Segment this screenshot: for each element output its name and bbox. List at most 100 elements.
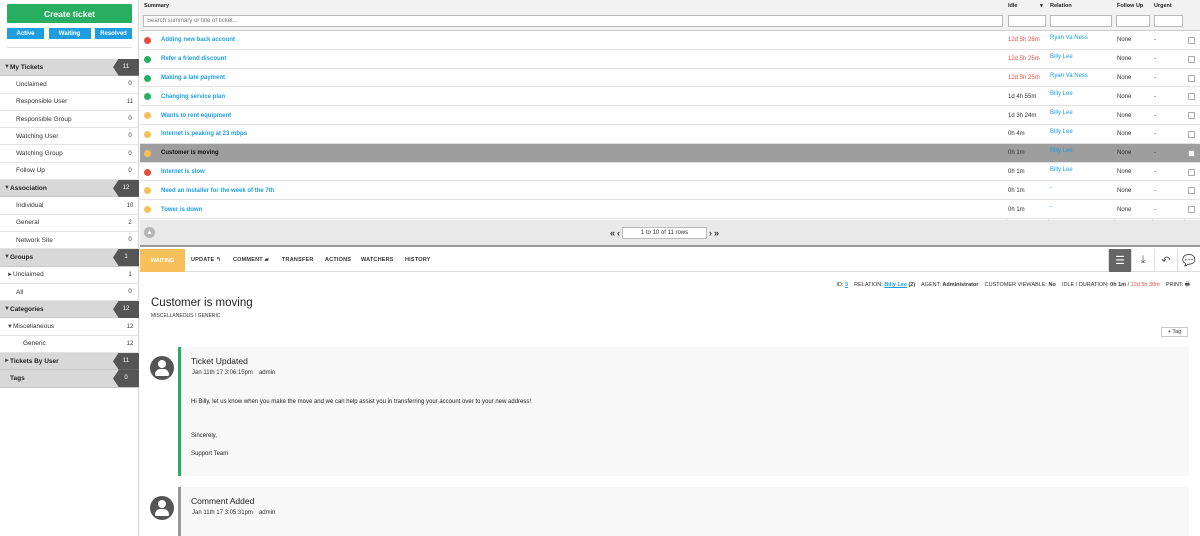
transfer-button[interactable]: TRANSFER (282, 257, 314, 263)
table-row[interactable]: Tower is down 0h 1m - None - (140, 200, 1200, 219)
nav-item-generic[interactable]: Generic 12 (0, 336, 139, 354)
nav-section-my-tickets[interactable]: ▼ My Tickets 11 (0, 58, 139, 77)
relation-link[interactable]: Billy Lee (1050, 144, 1073, 163)
nav-item-watching-user[interactable]: Watching User 0 (0, 128, 139, 146)
table-row[interactable]: Internet is slow 0h 1m Billy Lee None - (140, 162, 1200, 182)
relation-link[interactable]: Billy Lee (1050, 50, 1073, 69)
download-icon[interactable]: ⤓ (1131, 249, 1154, 272)
follow-up-value: None (1117, 131, 1132, 138)
row-checkbox[interactable] (1188, 112, 1195, 120)
relation-link[interactable]: Billy Lee (1050, 106, 1073, 125)
nav-item-miscellaneous[interactable]: ▼ Miscellaneous 12 (0, 318, 139, 336)
entry-meta: Jan 11th 17 3:06:15pm admin (192, 370, 281, 376)
ticket-subject[interactable]: Customer is moving (161, 144, 219, 163)
nav-count: 12 (126, 340, 134, 347)
row-checkbox[interactable] (1188, 168, 1195, 176)
urgent-header[interactable]: Urgent (1154, 3, 1172, 9)
ticket-table-body: Adding new back account 12d 5h 26m Ryan Va… (140, 31, 1200, 220)
watchers-button[interactable]: WATCHERS (361, 257, 394, 263)
nav-item-responsible-user[interactable]: Responsible User 11 (0, 94, 139, 111)
relation-link[interactable]: Ryan Va Ness (1050, 69, 1088, 88)
ticket-subject[interactable]: Making a late payment (161, 69, 225, 88)
follow-up-value: None (1117, 112, 1132, 119)
comment-button[interactable]: COMMENT ▰ (233, 257, 269, 263)
nav-item-responsible-group[interactable]: Responsible Group 0 (0, 111, 139, 129)
nav-item-individual[interactable]: Individual 10 (0, 197, 139, 215)
ticket-subject[interactable]: Adding new back account (161, 31, 235, 50)
reply-icon[interactable]: ↶ (1154, 249, 1177, 272)
collapse-up-icon[interactable]: ▲ (144, 227, 155, 238)
table-row[interactable]: Making a late payment 12d 5h 25m Ryan Va N… (140, 68, 1200, 88)
nav-item-watching-group[interactable]: Watching Group 0 (0, 145, 139, 163)
list-view-icon[interactable]: ☰ (1108, 249, 1131, 272)
row-checkbox[interactable] (1188, 130, 1195, 138)
relation-filter-input[interactable] (1050, 15, 1112, 27)
page-range[interactable]: 1 to 10 of 11 rows (622, 227, 708, 239)
prev-page-icon[interactable]: ‹ (617, 228, 620, 238)
history-button[interactable]: HISTORY (405, 257, 431, 263)
relation-link[interactable]: Billy Lee (1050, 87, 1073, 106)
nav-item-unclaimed[interactable]: Unclaimed 0 (0, 76, 139, 94)
idle-header[interactable]: Idle (1008, 3, 1017, 9)
actions-button[interactable]: ACTIONS (325, 257, 351, 263)
resolved-button[interactable]: Resolved (95, 28, 132, 39)
follow-up-filter-input[interactable] (1116, 15, 1150, 27)
next-page-icon[interactable]: › (709, 228, 712, 238)
ticket-subject[interactable]: Need an installer for the week of the 7t… (161, 181, 274, 200)
row-checkbox[interactable] (1188, 74, 1195, 82)
relation-link: - (1050, 185, 1052, 192)
status-filter-buttons: Active Waiting Resolved (7, 28, 132, 39)
table-row[interactable]: Need an installer for the week of the 7t… (140, 181, 1200, 201)
nav-item-network-site[interactable]: Network Site 0 (0, 232, 139, 250)
nav-section-groups[interactable]: ▼ Groups 1 (0, 248, 139, 267)
urgent-filter-input[interactable] (1154, 15, 1183, 27)
summary-header[interactable]: Summary (144, 3, 169, 9)
row-checkbox[interactable] (1188, 93, 1195, 101)
row-checkbox[interactable] (1188, 187, 1195, 195)
ticket-subject[interactable]: Refer a friend discount (161, 50, 226, 69)
last-page-icon[interactable]: » (714, 228, 719, 238)
relation-link[interactable]: Billy Lee (1050, 163, 1073, 182)
nav-section-tickets-by-user[interactable]: ► Tickets By User 11 (0, 352, 139, 371)
print-icon[interactable]: 🖶 (1185, 282, 1190, 288)
active-button[interactable]: Active (7, 28, 44, 39)
nav-item-unclaimed[interactable]: ► Unclaimed 1 (0, 267, 139, 284)
table-row[interactable]: Adding new back account 12d 5h 26m Ryan Va… (140, 31, 1200, 50)
row-checkbox[interactable] (1188, 206, 1195, 214)
ticket-subject[interactable]: Changing service plan (161, 87, 225, 106)
table-row[interactable]: Customer is moving 0h 1m Billy Lee None - (140, 143, 1200, 163)
row-checkbox[interactable] (1188, 149, 1195, 157)
idle-filter-input[interactable] (1008, 15, 1046, 27)
follow-up-header[interactable]: Follow Up (1117, 3, 1143, 9)
ticket-id[interactable]: 3 (845, 282, 848, 288)
row-checkbox[interactable] (1188, 37, 1195, 44)
first-page-icon[interactable]: « (610, 228, 615, 238)
ticket-subject[interactable]: Wants to rent equipment (161, 106, 231, 125)
sort-desc-icon[interactable]: ▾ (1040, 3, 1043, 9)
relation-header[interactable]: Relation (1050, 3, 1072, 9)
nav-item-general[interactable]: General 2 (0, 215, 139, 232)
relation-link[interactable]: Ryan Va Ness (1050, 31, 1088, 50)
nav-section-tags[interactable]: Tags 0 (0, 369, 139, 388)
nav-section-association[interactable]: ▼ Association 12 (0, 179, 139, 198)
ticket-subject[interactable]: Internet is peaking at 23 mbps (161, 125, 247, 144)
add-tag-button[interactable]: + Tag (1161, 327, 1188, 337)
ticket-subject[interactable]: Tower is down (161, 200, 202, 219)
table-row[interactable]: Internet is peaking at 23 mbps 0h 4m Billy… (140, 124, 1200, 144)
nav-label: Watching Group (16, 150, 63, 158)
chat-icon[interactable]: 💬 (1177, 249, 1200, 272)
search-input[interactable] (143, 15, 1003, 27)
nav-section-categories[interactable]: ▼ Categories 12 (0, 300, 139, 319)
table-row[interactable]: Wants to rent equipment 1d 3h 24m Billy Le… (140, 106, 1200, 125)
ticket-subject[interactable]: Internet is slow (161, 163, 205, 182)
relation-link[interactable]: Billy Lee (1050, 125, 1073, 144)
nav-item-follow-up[interactable]: Follow Up 0 (0, 163, 139, 181)
row-checkbox[interactable] (1188, 55, 1195, 63)
update-button[interactable]: UPDATE ↰ (191, 257, 221, 263)
table-row[interactable]: Refer a friend discount 12d 5h 25m Billy L… (140, 49, 1200, 69)
table-row[interactable]: Changing service plan 1d 4h 55m Billy Lee N… (140, 87, 1200, 107)
relation-link[interactable]: Billy Lee (884, 282, 907, 288)
create-ticket-button[interactable]: Create ticket (7, 4, 132, 23)
waiting-button[interactable]: Waiting (48, 28, 91, 39)
nav-item-all[interactable]: All 0 (0, 284, 139, 302)
